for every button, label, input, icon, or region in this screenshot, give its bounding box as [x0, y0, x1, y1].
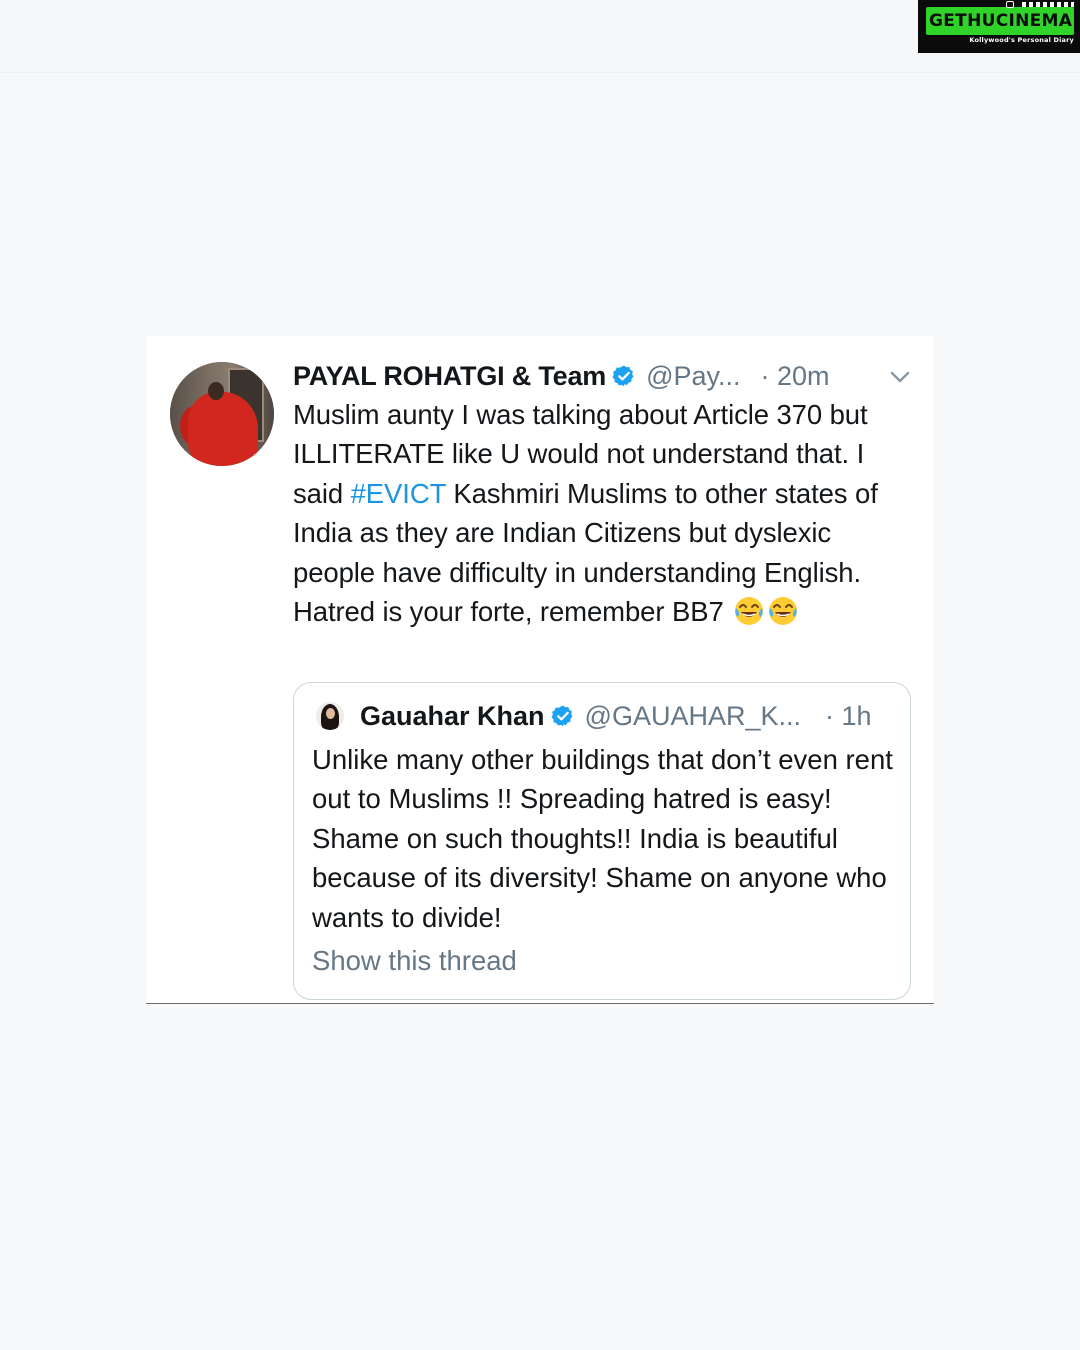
quoted-tweet-text: Unlike many other buildings that don’t e… — [312, 744, 893, 933]
hashtag-link[interactable]: #EVICT — [351, 478, 446, 509]
tweet-text: Muslim aunty I was talking about Article… — [293, 395, 918, 631]
logo-brand-part1: GETHU — [929, 11, 996, 31]
logo-tagline: Kollywood's Personal Diary — [969, 36, 1074, 44]
logo-brand-part2: CINEMA — [995, 11, 1073, 31]
quoted-header: Gauahar Khan @GAUAHAR_K... · 1h — [360, 697, 872, 735]
watermark-logo: GETHU CINEMA Kollywood's Personal Diary — [918, 0, 1080, 53]
verified-badge-icon — [551, 705, 573, 727]
author-handle[interactable]: @Pay... — [646, 361, 740, 392]
film-strip-icon — [1022, 2, 1074, 7]
author-name[interactable]: PAYAL ROHATGI & Team — [293, 361, 606, 392]
tweet-header: PAYAL ROHATGI & Team @Pay... · 20m — [293, 356, 923, 396]
quoted-avatar[interactable] — [316, 702, 344, 730]
tweet-card[interactable]: PAYAL ROHATGI & Team @Pay... · 20m Musli… — [146, 336, 934, 1004]
quoted-author-name[interactable]: Gauahar Khan — [360, 701, 545, 732]
quoted-tweet[interactable]: Gauahar Khan @GAUAHAR_K... · 1h Unlike m… — [293, 682, 911, 1000]
page: GETHU CINEMA Kollywood's Personal Diary P… — [0, 0, 1080, 1350]
verified-badge-icon — [612, 365, 634, 387]
tweet-time[interactable]: · 20m — [761, 361, 830, 392]
avatar[interactable] — [170, 362, 274, 466]
face-with-tears-of-joy-icon — [769, 597, 798, 626]
face-with-tears-of-joy-icon — [735, 597, 764, 626]
chevron-down-icon[interactable] — [889, 370, 911, 384]
logo-badge: GETHU CINEMA — [926, 7, 1074, 35]
quoted-tweet-time[interactable]: · 1h — [825, 701, 872, 732]
quoted-author-handle[interactable]: @GAUAHAR_K... — [585, 701, 801, 732]
show-thread-link[interactable]: Show this thread — [312, 945, 517, 977]
camera-icon — [1006, 1, 1014, 8]
